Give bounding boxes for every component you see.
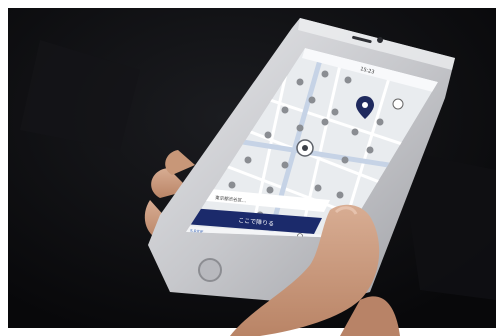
map-pin-icon[interactable] bbox=[341, 156, 349, 164]
map-pin-icon[interactable] bbox=[281, 106, 289, 114]
map-pin-icon[interactable] bbox=[281, 161, 289, 169]
map-pin-icon[interactable] bbox=[331, 108, 339, 116]
map-pin-icon[interactable] bbox=[344, 76, 352, 84]
map-pin-icon[interactable] bbox=[321, 70, 329, 78]
map-pin-icon[interactable] bbox=[321, 118, 329, 126]
photo-frame: 15:23 東京都渋谷区... ここで降りる S.RIDE bbox=[0, 0, 504, 336]
home-button[interactable] bbox=[198, 258, 222, 282]
photo: 15:23 東京都渋谷区... ここで降りる S.RIDE bbox=[0, 0, 504, 336]
front-camera-icon bbox=[377, 37, 383, 43]
locate-icon[interactable] bbox=[392, 98, 404, 110]
current-location-icon bbox=[296, 139, 314, 157]
map-pin-icon[interactable] bbox=[366, 146, 374, 154]
map-pin-icon[interactable] bbox=[244, 156, 252, 164]
map-pin-icon[interactable] bbox=[296, 124, 304, 132]
map-pin-icon[interactable] bbox=[351, 128, 359, 136]
map-pin-icon[interactable] bbox=[264, 131, 272, 139]
map-pin-icon[interactable] bbox=[376, 118, 384, 126]
map-pin-icon[interactable] bbox=[296, 78, 304, 86]
map-pin-icon[interactable] bbox=[308, 96, 316, 104]
map-pin-icon[interactable] bbox=[266, 186, 274, 194]
map-pin-icon[interactable] bbox=[336, 191, 344, 199]
map-pin-icon[interactable] bbox=[314, 184, 322, 192]
map-pin-icon[interactable] bbox=[228, 181, 236, 189]
